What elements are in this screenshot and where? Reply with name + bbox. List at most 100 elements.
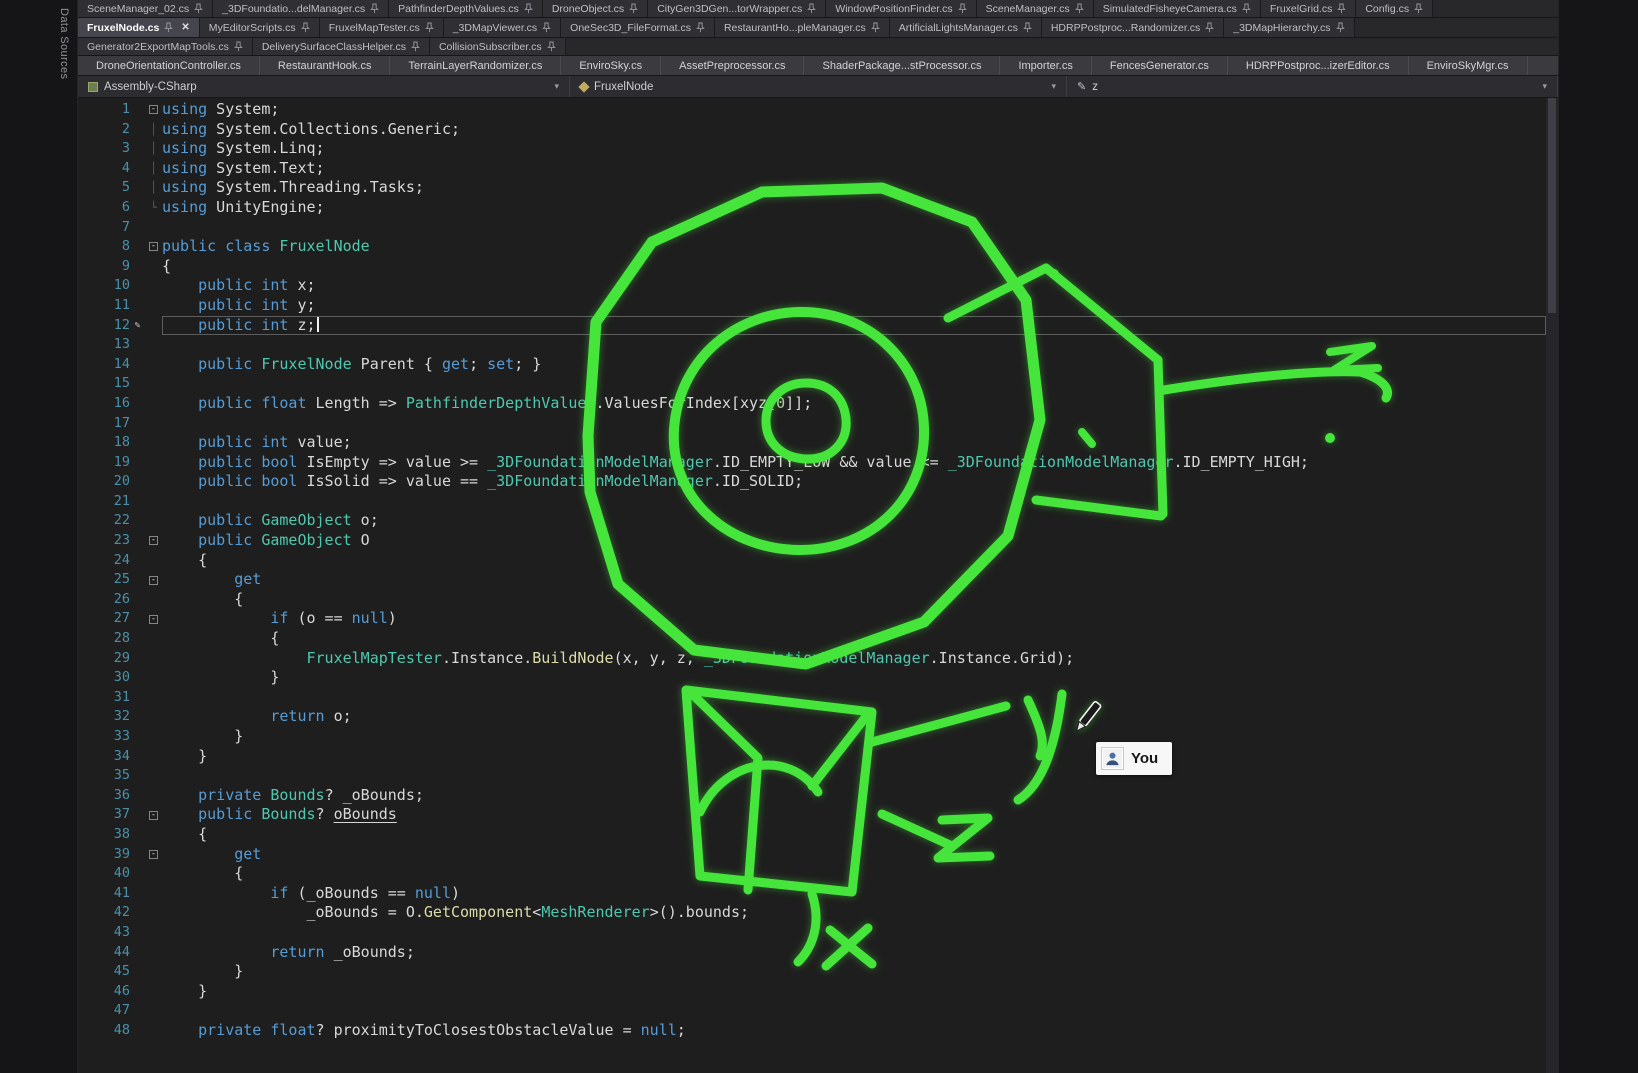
code-line[interactable]: 35 [78, 766, 1546, 786]
editor-tab[interactable]: _3DFoundatio...delManager.cs [213, 0, 389, 17]
editor-tab[interactable]: _3DMapHierarchy.cs [1224, 18, 1354, 37]
pin-icon[interactable] [411, 41, 420, 52]
pin-icon[interactable] [629, 3, 638, 14]
editor-tab[interactable]: FencesGenerator.cs [1092, 56, 1228, 75]
code-line[interactable]: 15 [78, 374, 1546, 394]
editor-tab[interactable]: DroneOrientationController.cs [78, 56, 260, 75]
code-line[interactable]: 18 public int value; [78, 433, 1546, 453]
pin-icon[interactable] [1414, 3, 1423, 14]
pin-icon[interactable] [542, 22, 551, 33]
code-line[interactable]: 12✎ public int z; [78, 316, 1546, 336]
code-line[interactable]: 20 public bool IsSolid => value == _3DFo… [78, 472, 1546, 492]
editor-tab[interactable]: HDRPPostproc...izerEditor.cs [1228, 56, 1409, 75]
code-line[interactable]: 23- public GameObject O [78, 531, 1546, 551]
code-line[interactable]: 14 public FruxelNode Parent { get; set; … [78, 355, 1546, 375]
editor-tab[interactable]: HDRPPostproc...Randomizer.cs [1042, 18, 1224, 37]
code-line[interactable]: 21 [78, 492, 1546, 512]
fold-collapse-icon[interactable]: - [145, 609, 162, 629]
code-line[interactable]: 38 { [78, 825, 1546, 845]
vertical-scrollbar[interactable] [1546, 98, 1558, 1073]
pin-icon[interactable] [370, 3, 379, 14]
pin-icon[interactable] [807, 3, 816, 14]
code-line[interactable]: 44 return _oBounds; [78, 943, 1546, 963]
project-dropdown[interactable]: Assembly-CSharp ▾ [78, 76, 570, 97]
pin-icon[interactable] [301, 22, 310, 33]
code-line[interactable]: 37- public Bounds? oBounds [78, 805, 1546, 825]
code-line[interactable]: 24 { [78, 551, 1546, 571]
pin-icon[interactable] [194, 3, 203, 14]
editor-tab[interactable]: TerrainLayerRandomizer.cs [390, 56, 561, 75]
editor-tab[interactable]: WindowPositionFinder.cs [826, 0, 976, 17]
editor-tab[interactable]: SimulatedFisheyeCamera.cs [1094, 0, 1261, 17]
scrollbar-thumb[interactable] [1548, 98, 1556, 313]
code-line[interactable]: 27- if (o == null) [78, 609, 1546, 629]
editor-tab[interactable]: CollisionSubscriber.cs [430, 38, 566, 55]
code-line[interactable]: 46 } [78, 982, 1546, 1002]
pin-icon[interactable] [1205, 22, 1214, 33]
code-line[interactable]: 48 private float? proximityToClosestObst… [78, 1021, 1546, 1041]
editor-tab[interactable]: FruxelGrid.cs [1261, 0, 1356, 17]
code-line[interactable]: 34 } [78, 747, 1546, 767]
editor-tab[interactable]: SceneManager.cs [977, 0, 1094, 17]
pin-icon[interactable] [1242, 3, 1251, 14]
editor-tab[interactable]: Config.cs [1356, 0, 1433, 17]
code-line[interactable]: 4│using System.Text; [78, 159, 1546, 179]
editor-tab[interactable]: ArtificialLightsManager.cs [890, 18, 1042, 37]
code-line[interactable]: 8-public class FruxelNode [78, 237, 1546, 257]
code-line[interactable]: 2│using System.Collections.Generic; [78, 120, 1546, 140]
code-line[interactable]: 31 [78, 688, 1546, 708]
code-line[interactable]: 47 [78, 1001, 1546, 1021]
fold-collapse-icon[interactable]: - [145, 100, 162, 120]
type-dropdown[interactable]: FruxelNode ▾ [570, 76, 1067, 97]
code-line[interactable]: 9{ [78, 257, 1546, 277]
pin-icon[interactable] [958, 3, 967, 14]
pin-icon[interactable] [547, 41, 556, 52]
editor-tab[interactable]: EnviroSky.cs [561, 56, 661, 75]
fold-collapse-icon[interactable]: - [145, 845, 162, 865]
code-editor[interactable]: 1-using System;2│using System.Collection… [78, 98, 1558, 1073]
code-line[interactable]: 10 public int x; [78, 276, 1546, 296]
code-line[interactable]: 26 { [78, 590, 1546, 610]
code-line[interactable]: 36 private Bounds? _oBounds; [78, 786, 1546, 806]
pin-icon[interactable] [425, 22, 434, 33]
pin-icon[interactable] [1023, 22, 1032, 33]
editor-tab[interactable]: Importer.cs [1000, 56, 1091, 75]
fold-collapse-icon[interactable]: - [145, 805, 162, 825]
pin-icon[interactable] [1075, 3, 1084, 14]
editor-tab[interactable]: AssetPreprocessor.cs [661, 56, 804, 75]
code-line[interactable]: 1-using System; [78, 100, 1546, 120]
code-line[interactable]: 33 } [78, 727, 1546, 747]
code-line[interactable]: 40 { [78, 864, 1546, 884]
editor-tab[interactable]: PathfinderDepthValues.cs [389, 0, 543, 17]
editor-tab[interactable]: OneSec3D_FileFormat.cs [561, 18, 715, 37]
code-line[interactable]: 30 } [78, 668, 1546, 688]
code-line[interactable]: 39- get [78, 845, 1546, 865]
pin-icon[interactable] [1337, 3, 1346, 14]
pin-icon[interactable] [164, 22, 173, 33]
editor-tab[interactable]: DeliverySurfaceClassHelper.cs [253, 38, 430, 55]
editor-tab[interactable]: FruxelMapTester.cs [320, 18, 444, 37]
code-line[interactable]: 29 FruxelMapTester.Instance.BuildNode(x,… [78, 649, 1546, 669]
code-line[interactable]: 22 public GameObject o; [78, 511, 1546, 531]
fold-collapse-icon[interactable]: - [145, 570, 162, 590]
code-line[interactable]: 43 [78, 923, 1546, 943]
code-line[interactable]: 32 return o; [78, 707, 1546, 727]
pin-icon[interactable] [1336, 22, 1345, 33]
editor-tab[interactable]: ShaderPackage...stProcessor.cs [804, 56, 1000, 75]
code-line[interactable]: 11 public int y; [78, 296, 1546, 316]
editor-tab[interactable]: MyEditorScripts.cs [200, 18, 320, 37]
code-line[interactable]: 16 public float Length => PathfinderDept… [78, 394, 1546, 414]
code-line[interactable]: 13 [78, 335, 1546, 355]
editor-tab[interactable]: _3DMapViewer.cs [444, 18, 561, 37]
close-icon[interactable]: ✕ [181, 22, 189, 33]
code-line[interactable]: 45 } [78, 962, 1546, 982]
code-line[interactable]: 42 _oBounds = O.GetComponent<MeshRendere… [78, 903, 1546, 923]
pin-icon[interactable] [234, 41, 243, 52]
editor-tab[interactable]: CityGen3DGen...torWrapper.cs [648, 0, 826, 17]
code-line[interactable]: 3│using System.Linq; [78, 139, 1546, 159]
editor-tab[interactable]: FruxelNode.cs✕ [78, 18, 200, 37]
pin-icon[interactable] [524, 3, 533, 14]
editor-tab[interactable]: RestaurantHook.cs [260, 56, 391, 75]
editor-tab[interactable]: Generator2ExportMapTools.cs [78, 38, 253, 55]
code-line[interactable]: 17 [78, 414, 1546, 434]
